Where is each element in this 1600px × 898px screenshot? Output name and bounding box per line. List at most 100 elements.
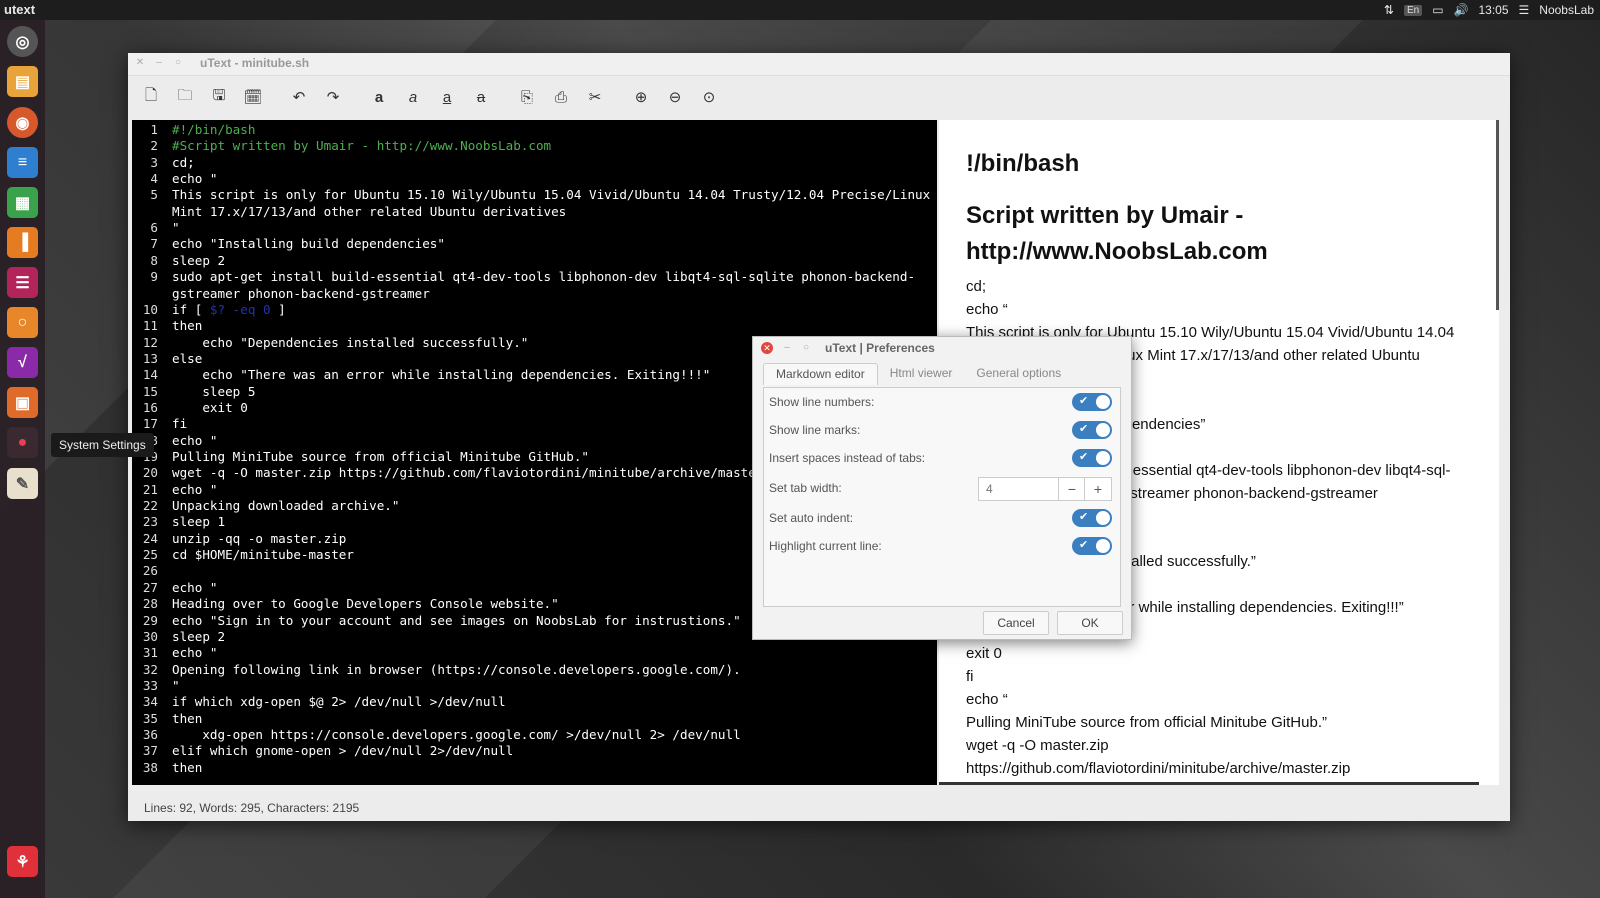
code-line[interactable]: sleep 2 — [172, 629, 225, 644]
new-file-icon[interactable]: 🗋 — [134, 82, 168, 112]
zoom-in-icon[interactable]: ⊕ — [624, 82, 658, 112]
copy-icon[interactable]: ⎘ — [510, 82, 544, 112]
network-icon[interactable]: ⇅ — [1384, 3, 1394, 17]
clock[interactable]: 13:05 — [1478, 3, 1508, 17]
show-line-marks-toggle[interactable]: ✔ — [1072, 421, 1112, 439]
preview-scrollbar[interactable] — [1496, 120, 1499, 310]
save-as-icon[interactable]: 🗓 — [236, 82, 270, 112]
underline-icon[interactable]: a — [430, 82, 464, 112]
code-line[interactable]: wget -q -O master.zip https://github.com… — [172, 465, 756, 480]
zoom-reset-icon[interactable]: ⊙ — [692, 82, 726, 112]
strikethrough-icon[interactable]: a — [464, 82, 498, 112]
code-line[interactable]: sleep 5 — [172, 384, 255, 399]
code-line[interactable]: sleep 1 — [172, 514, 225, 529]
code-line[interactable]: echo " — [172, 580, 218, 595]
line-number: 29 — [142, 612, 158, 628]
cancel-button[interactable]: Cancel — [983, 611, 1049, 635]
code-line[interactable]: #!/bin/bash — [172, 122, 255, 137]
code-line[interactable]: else — [172, 351, 202, 366]
code-line[interactable]: unzip -qq -o master.zip — [172, 531, 346, 546]
code-line[interactable]: exit 0 — [172, 400, 248, 415]
database-icon[interactable]: ☰ — [7, 267, 38, 298]
code-line[interactable]: then — [172, 760, 202, 775]
code-line[interactable]: echo "Sign in to your account and see im… — [172, 613, 741, 628]
code-line[interactable]: fi — [172, 416, 187, 431]
code-line[interactable]: echo "Dependencies installed successfull… — [172, 335, 528, 350]
code-line[interactable]: cd; — [172, 155, 195, 170]
open-file-icon[interactable]: 🗀 — [168, 82, 202, 112]
maximize-icon[interactable]: ○ — [172, 57, 184, 69]
code-line[interactable]: Unpacking downloaded archive." — [172, 498, 399, 513]
code-line[interactable]: echo " — [172, 433, 218, 448]
cut-icon[interactable]: ✂ — [578, 82, 612, 112]
bold-icon[interactable]: a — [362, 82, 396, 112]
code-line[interactable]: if which xdg-open $@ 2> /dev/null >/dev/… — [172, 694, 506, 709]
insert-spaces-toggle[interactable]: ✔ — [1072, 449, 1112, 467]
code-line[interactable]: echo "Installing build dependencies" — [172, 236, 445, 251]
dialog-maximize-icon[interactable]: ○ — [800, 342, 812, 354]
writer-icon[interactable]: ≡ — [7, 147, 38, 178]
code-line[interactable]: echo " — [172, 171, 218, 186]
undo-icon[interactable]: ↶ — [282, 82, 316, 112]
impress-icon[interactable]: ▐ — [7, 227, 38, 258]
code-line[interactable]: " — [172, 678, 180, 693]
code-line[interactable]: elif which gnome-open > /dev/null 2>/dev… — [172, 743, 513, 758]
code-line[interactable]: if [ $? -eq 0 ] — [172, 302, 286, 317]
code-line[interactable]: Opening following link in browser (https… — [172, 662, 741, 677]
zoom-out-icon[interactable]: ⊖ — [658, 82, 692, 112]
dialog-close-icon[interactable]: ✕ — [761, 342, 773, 354]
tab-markdown-editor[interactable]: Markdown editor — [763, 363, 878, 385]
code-line[interactable]: echo " — [172, 482, 218, 497]
tab-width-spinbox[interactable]: 4 − + — [978, 477, 1112, 501]
keyboard-layout-indicator[interactable]: En — [1403, 4, 1423, 16]
close-icon[interactable]: ✕ — [134, 57, 146, 69]
code-line[interactable]: Mint 17.x/17/13/and other related Ubuntu… — [172, 204, 566, 219]
paste-icon[interactable]: ⎙ — [544, 82, 578, 112]
code-line[interactable]: sudo apt-get install build-essential qt4… — [172, 269, 915, 284]
tab-html-viewer[interactable]: Html viewer — [878, 363, 965, 385]
italic-icon[interactable]: a — [396, 82, 430, 112]
code-line[interactable]: then — [172, 711, 202, 726]
session-menu-icon[interactable]: ☰ — [1519, 3, 1530, 17]
system-settings-icon[interactable]: ● — [7, 427, 38, 458]
decrement-icon[interactable]: − — [1058, 478, 1085, 500]
code-line[interactable]: then — [172, 318, 202, 333]
ubuntu-logo-icon[interactable]: ◎ — [7, 26, 38, 57]
redo-icon[interactable]: ↷ — [316, 82, 350, 112]
software-center-icon[interactable]: ▣ — [7, 387, 38, 418]
code-line[interactable]: Heading over to Google Developers Consol… — [172, 596, 559, 611]
ok-button[interactable]: OK — [1057, 611, 1123, 635]
files-icon[interactable]: ▤ — [7, 66, 38, 97]
math-icon[interactable]: √ — [7, 347, 38, 378]
user-name[interactable]: NoobsLab — [1539, 3, 1594, 17]
text-editor-icon[interactable]: ✎ — [7, 468, 38, 499]
code-line[interactable]: " — [172, 220, 180, 235]
show-line-numbers-toggle[interactable]: ✔ — [1072, 393, 1112, 411]
dialog-titlebar[interactable]: ✕ – ○ uText | Preferences — [753, 337, 1131, 359]
code-line[interactable]: sleep 2 — [172, 253, 225, 268]
code-line[interactable]: gstreamer phonon-backend-gstreamer — [172, 286, 430, 301]
firefox-icon[interactable]: ◉ — [7, 107, 38, 138]
orange-app-icon[interactable]: ○ — [7, 307, 38, 338]
code-line[interactable]: This script is only for Ubuntu 15.10 Wil… — [172, 187, 930, 202]
code-line[interactable]: #Script written by Umair - http://www.No… — [172, 138, 551, 153]
highlight-line-toggle[interactable]: ✔ — [1072, 537, 1112, 555]
code-line[interactable]: cd $HOME/minitube-master — [172, 547, 354, 562]
calc-icon[interactable]: ▦ — [7, 187, 38, 218]
tab-width-value[interactable]: 4 — [986, 482, 993, 496]
battery-icon[interactable]: ▭ — [1432, 3, 1443, 17]
code-line[interactable]: Pulling MiniTube source from official Mi… — [172, 449, 589, 464]
save-icon[interactable]: 🖫 — [202, 82, 236, 112]
trash-icon[interactable]: ⚘ — [7, 846, 38, 877]
code-line[interactable]: echo " — [172, 645, 218, 660]
code-line[interactable]: echo "There was an error while installin… — [172, 367, 710, 382]
tab-general-options[interactable]: General options — [964, 363, 1073, 385]
dialog-minimize-icon[interactable]: – — [781, 342, 793, 354]
increment-icon[interactable]: + — [1084, 478, 1111, 500]
window-titlebar[interactable]: ✕ – ○ uText - minitube.sh — [128, 53, 1510, 76]
code-line[interactable]: xdg-open https://console.developers.goog… — [172, 727, 740, 742]
minimize-icon[interactable]: – — [153, 57, 165, 69]
volume-icon[interactable]: 🔊 — [1454, 3, 1469, 17]
auto-indent-toggle[interactable]: ✔ — [1072, 509, 1112, 527]
preview-hscrollbar[interactable] — [939, 782, 1479, 785]
